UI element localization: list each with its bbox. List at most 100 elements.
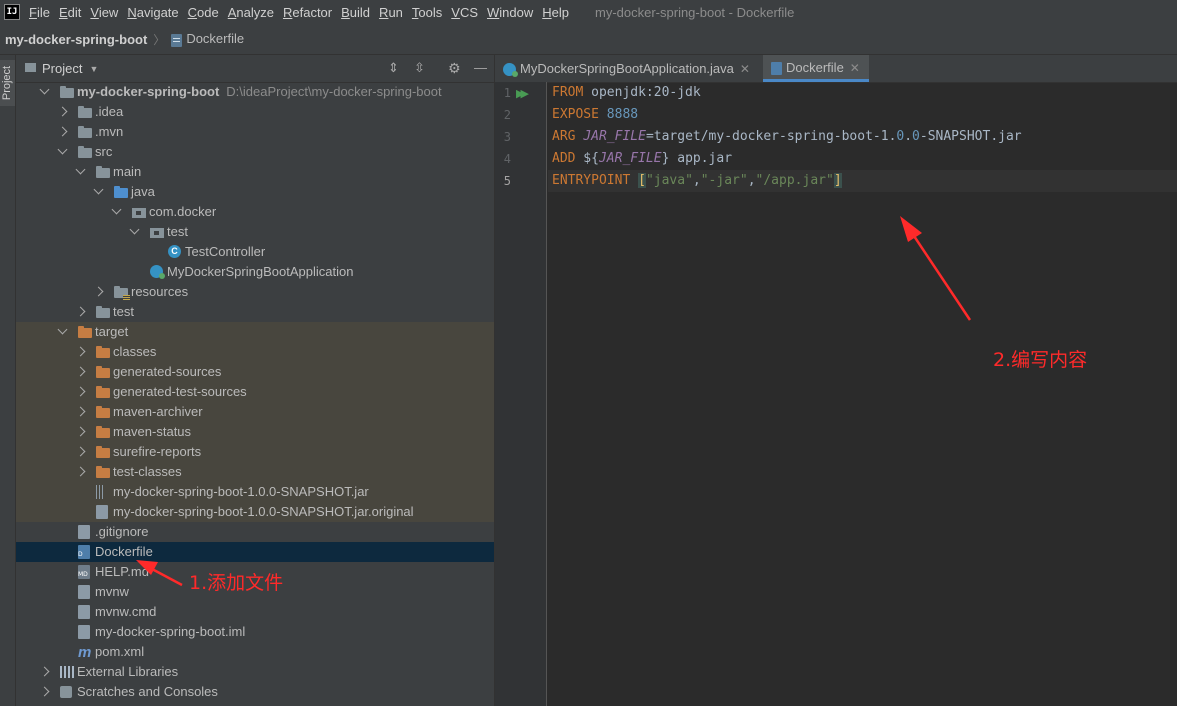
line-number-gutter[interactable]: 1 2 3 4 5: [495, 82, 547, 706]
tree-item-maven-status[interactable]: maven-status: [16, 422, 494, 442]
chevron-right-icon[interactable]: [75, 386, 86, 397]
tree-item-testcontroller[interactable]: C TestController: [16, 242, 494, 262]
close-icon[interactable]: ✕: [850, 61, 860, 75]
tree-item-text: .mvn: [95, 124, 124, 139]
module-folder-icon: [60, 86, 74, 98]
tree-item-test-classes[interactable]: test-classes: [16, 462, 494, 482]
tree-item-label: mvnw: [95, 582, 129, 602]
tree-item-main[interactable]: main: [16, 162, 494, 182]
project-view-selector[interactable]: Project: [42, 61, 82, 76]
window-title: my-docker-spring-boot - Dockerfile: [595, 4, 795, 20]
tree-item-target[interactable]: target: [16, 322, 494, 342]
intellij-logo-icon[interactable]: IJ: [4, 4, 20, 20]
menu-build[interactable]: Build: [341, 5, 370, 20]
menu-help[interactable]: Help: [542, 5, 569, 20]
menu-file[interactable]: File: [29, 5, 50, 20]
run-gutter-icon[interactable]: ▶▶: [516, 87, 529, 100]
folder-icon: [78, 126, 92, 138]
hide-panel-icon[interactable]: —: [474, 60, 487, 75]
tree-item-src[interactable]: src: [16, 142, 494, 162]
tree-item-classes[interactable]: classes: [16, 342, 494, 362]
tree-item-mydockerspringbootapplication[interactable]: MyDockerSpringBootApplication: [16, 262, 494, 282]
tree-item-test[interactable]: test: [16, 222, 494, 242]
menu-navigate[interactable]: Navigate: [127, 5, 178, 20]
chevron-right-icon[interactable]: [75, 406, 86, 417]
tree-item-my-docker-spring-boot-1-0-0-snapshot-jar[interactable]: my-docker-spring-boot-1.0.0-SNAPSHOT.jar: [16, 482, 494, 502]
code-content[interactable]: FROM openjdk:20-jdk EXPOSE 8888 ARG JAR_FI…: [552, 82, 1022, 192]
chevron-down-icon[interactable]: [57, 144, 68, 155]
tree-item-scratches-and-consoles[interactable]: Scratches and Consoles: [16, 682, 494, 702]
tree-item-mvnw-cmd[interactable]: mvnw.cmd: [16, 602, 494, 622]
tab-dockerfile[interactable]: Dockerfile ✕: [763, 55, 869, 82]
tree-item-java[interactable]: java: [16, 182, 494, 202]
tab-mydockerspringbootapplication[interactable]: MyDockerSpringBootApplication.java ✕: [495, 55, 761, 82]
chevron-right-icon[interactable]: [39, 666, 50, 677]
tree-item-my-docker-spring-boot-1-0-0-snapshot-jar-original[interactable]: my-docker-spring-boot-1.0.0-SNAPSHOT.jar…: [16, 502, 494, 522]
tree-item-external-libraries[interactable]: External Libraries: [16, 662, 494, 682]
tree-item-maven-archiver[interactable]: maven-archiver: [16, 402, 494, 422]
tree-item-label: HELP.md: [95, 562, 149, 582]
excluded-folder-icon: [96, 386, 110, 398]
chevron-right-icon[interactable]: [39, 686, 50, 697]
tree-item-my-docker-spring-boot-iml[interactable]: my-docker-spring-boot.iml: [16, 622, 494, 642]
expand-all-icon[interactable]: ⇕: [388, 60, 399, 76]
chevron-down-icon[interactable]: ▼: [89, 64, 98, 74]
chevron-right-icon[interactable]: [75, 426, 86, 437]
gear-icon[interactable]: ⚙: [448, 60, 461, 77]
project-panel: Project ▼ ⇕ ⇳ ⚙ — my-docker-spring-boot D…: [16, 55, 494, 706]
tree-item-dockerfile[interactable]: D Dockerfile: [16, 542, 494, 562]
chevron-down-icon[interactable]: [39, 84, 50, 95]
chevron-down-icon[interactable]: [111, 204, 122, 215]
tree-item-surefire-reports[interactable]: surefire-reports: [16, 442, 494, 462]
menu-code[interactable]: Code: [188, 5, 219, 20]
chevron-down-icon[interactable]: [75, 164, 86, 175]
tree-item-com-docker[interactable]: com.docker: [16, 202, 494, 222]
menu-vcs[interactable]: VCS: [451, 5, 478, 20]
tree-item-label: mvnw.cmd: [95, 602, 156, 622]
tree-item-label: java: [131, 182, 155, 202]
chevron-right-icon[interactable]: [75, 306, 86, 317]
project-tool-window-tab[interactable]: Project: [0, 60, 15, 106]
collapse-all-icon[interactable]: ⇳: [414, 60, 425, 76]
menu-edit[interactable]: Edit: [59, 5, 81, 20]
tree-item-text: generated-test-sources: [113, 384, 247, 399]
menu-window[interactable]: Window: [487, 5, 533, 20]
chevron-right-icon[interactable]: [75, 346, 86, 357]
close-icon[interactable]: ✕: [740, 62, 750, 76]
chevron-right-icon[interactable]: [57, 106, 68, 117]
chevron-right-icon[interactable]: [75, 446, 86, 457]
tree-item-generated-test-sources[interactable]: generated-test-sources: [16, 382, 494, 402]
tree-item-my-docker-spring-boot[interactable]: my-docker-spring-boot D:\ideaProject\my-d…: [16, 82, 494, 102]
chevron-down-icon[interactable]: [57, 324, 68, 335]
tree-item-idea[interactable]: .idea: [16, 102, 494, 122]
breadcrumb-file[interactable]: Dockerfile: [171, 31, 244, 47]
tree-item-resources[interactable]: resources: [16, 282, 494, 302]
chevron-right-icon[interactable]: [57, 126, 68, 137]
tree-item-pom-xml[interactable]: m pom.xml: [16, 642, 494, 662]
project-panel-header: Project ▼ ⇕ ⇳ ⚙ —: [16, 55, 494, 83]
tree-item-gitignore[interactable]: .gitignore: [16, 522, 494, 542]
code-token: ]: [833, 173, 842, 188]
excluded-folder-icon: [96, 426, 110, 438]
tree-item-label: External Libraries: [77, 662, 178, 682]
breadcrumb-project[interactable]: my-docker-spring-boot: [5, 32, 147, 47]
chevron-down-icon[interactable]: [93, 184, 104, 195]
chevron-right-icon[interactable]: [93, 286, 104, 297]
menu-tools[interactable]: Tools: [412, 5, 442, 20]
tree-item-generated-sources[interactable]: generated-sources: [16, 362, 494, 382]
chevron-right-icon[interactable]: [75, 466, 86, 477]
tree-item-test[interactable]: test: [16, 302, 494, 322]
code-token: } app.jar: [661, 151, 733, 166]
menu-run[interactable]: Run: [379, 5, 403, 20]
chevron-down-icon[interactable]: [129, 224, 140, 235]
menu-analyze[interactable]: Analyze: [228, 5, 274, 20]
chevron-right-icon[interactable]: [75, 366, 86, 377]
tree-item-label: test: [167, 222, 188, 242]
tree-item-mvn[interactable]: .mvn: [16, 122, 494, 142]
menu-refactor[interactable]: Refactor: [283, 5, 332, 20]
menu-items: File Edit View Navigate Code Analyze Refactor B…: [20, 5, 569, 20]
menu-view[interactable]: View: [90, 5, 118, 20]
code-token: .: [904, 129, 913, 144]
tree-item-text: mvnw.cmd: [95, 604, 157, 619]
tree-item-label: maven-status: [113, 422, 191, 442]
